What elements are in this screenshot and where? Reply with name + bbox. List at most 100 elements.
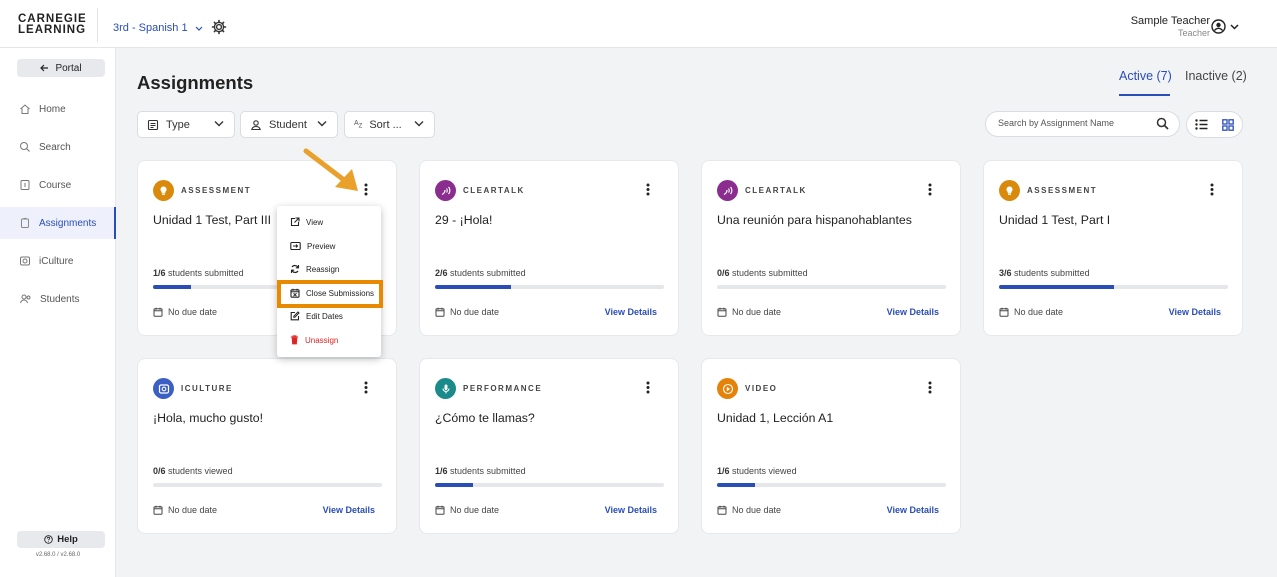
sidebar-item-label: Assignments (39, 217, 97, 229)
view-details-link[interactable]: View Details (605, 307, 657, 317)
user-name: Sample Teacher (1130, 15, 1210, 27)
assignment-card[interactable]: ICULTURE ¡Hola, mucho gusto! 0/6 students … (137, 358, 397, 534)
list-view-icon[interactable] (1195, 119, 1208, 130)
sort-filter[interactable]: AZ Sort ... (344, 111, 435, 138)
assignment-card[interactable]: PERFORMANCE ¿Cómo te llamas? 1/6 students … (419, 358, 679, 534)
menu-item-label: Preview (307, 241, 336, 251)
chevron-down-icon (195, 26, 203, 31)
assignment-card[interactable]: VIDEO Unidad 1, Lección A1 1/6 students vi… (701, 358, 961, 534)
portal-button[interactable]: Portal (17, 59, 105, 77)
tab-active[interactable]: Active (7) (1119, 69, 1172, 83)
submission-label: students submitted (450, 268, 526, 278)
sidebar-item-course[interactable]: Course (0, 169, 116, 201)
annotation-arrow-icon (300, 147, 362, 195)
sidebar-item-students[interactable]: Students (0, 283, 116, 315)
filter-label: Type (166, 118, 190, 131)
home-icon (19, 103, 31, 115)
progress-fill (717, 483, 756, 487)
progress-fill (435, 483, 474, 487)
menu-item-unassign[interactable]: Unassign (290, 335, 338, 345)
submission-count: 1/6 (153, 268, 166, 278)
more-options-icon[interactable] (1210, 183, 1214, 196)
progress-fill (435, 285, 512, 289)
view-details-link[interactable]: View Details (323, 505, 375, 515)
open-external-icon (290, 217, 300, 227)
search-icon (19, 141, 31, 153)
assignment-title[interactable]: 29 - ¡Hola! (435, 213, 492, 227)
menu-item-edit-dates[interactable]: Edit Dates (290, 311, 343, 321)
close-submissions-highlight (277, 280, 383, 308)
submission-status: 1/6 students viewed (717, 466, 797, 476)
type-filter[interactable]: Type (137, 111, 235, 138)
chevron-down-icon[interactable] (1230, 23, 1239, 30)
submission-label: students viewed (168, 466, 233, 476)
student-filter[interactable]: Student (240, 111, 338, 138)
assignment-title[interactable]: Unidad 1, Lección A1 (717, 411, 833, 425)
grid-view-icon[interactable] (1222, 118, 1234, 131)
menu-item-preview[interactable]: Preview (290, 241, 335, 251)
progress-bar (435, 285, 664, 289)
view-details-link[interactable]: View Details (605, 505, 657, 515)
more-options-icon[interactable] (928, 183, 932, 196)
sidebar-item-assignments[interactable]: Assignments (0, 207, 116, 239)
assignment-card[interactable]: CLEARTALK 29 - ¡Hola! 2/6 students submitt… (419, 160, 679, 336)
version-text: v2.68.0 / v2.68.0 (35, 552, 81, 558)
help-button[interactable]: Help (17, 531, 105, 548)
sidebar-item-label: Students (40, 293, 80, 305)
progress-bar (999, 285, 1228, 289)
sidebar-item-label: Home (39, 103, 66, 115)
assignment-type: CLEARTALK (463, 186, 525, 195)
search-input[interactable] (998, 118, 1148, 128)
assignment-title[interactable]: ¡Hola, mucho gusto! (153, 411, 263, 425)
view-toggle (1186, 111, 1243, 138)
assignment-title[interactable]: Unidad 1 Test, Part III (153, 213, 271, 227)
due-date-label: No due date (732, 505, 782, 515)
more-options-icon[interactable] (364, 381, 368, 394)
submission-label: students submitted (450, 466, 526, 476)
view-details-link[interactable]: View Details (887, 505, 939, 515)
cleartalk-icon (435, 180, 456, 201)
due-date-label: No due date (450, 505, 500, 515)
user-info: Sample Teacher Teacher (1131, 15, 1210, 38)
students-icon (19, 293, 32, 305)
due-date-label: No due date (168, 307, 218, 317)
sidebar-item-iculture[interactable]: iCulture (0, 245, 116, 277)
menu-item-reassign[interactable]: Reassign (290, 264, 339, 274)
view-details-link[interactable]: View Details (887, 307, 939, 317)
assignment-title[interactable]: Una reunión para hispanohablantes (717, 213, 912, 227)
calendar-icon (717, 505, 727, 515)
due-date: No due date (717, 307, 781, 317)
assignment-title[interactable]: Unidad 1 Test, Part I (999, 213, 1110, 227)
assignment-card[interactable]: ASSESSMENT Unidad 1 Test, Part I 3/6 stude… (983, 160, 1243, 336)
assignment-title[interactable]: ¿Cómo te llamas? (435, 411, 535, 425)
search-icon[interactable] (1156, 117, 1169, 130)
account-menu[interactable] (1211, 19, 1239, 34)
carnegie-learning-logo[interactable]: CARNEGIE LEARNING (18, 13, 87, 36)
assignment-card[interactable]: CLEARTALK Una reunión para hispanohablant… (701, 160, 961, 336)
gear-icon[interactable] (211, 19, 227, 35)
sidebar-item-home[interactable]: Home (0, 93, 116, 125)
lightbulb-icon (153, 180, 174, 201)
course-selector[interactable]: 3rd - Spanish 1 (113, 22, 203, 34)
more-options-icon[interactable] (646, 183, 650, 196)
calendar-icon (435, 307, 445, 317)
more-options-icon[interactable] (928, 381, 932, 394)
account-icon[interactable] (1211, 19, 1226, 34)
submission-label: students submitted (732, 268, 808, 278)
sidebar-item-label: iCulture (39, 255, 74, 267)
assignment-search (985, 111, 1180, 137)
person-icon (250, 119, 262, 131)
sidebar-item-search[interactable]: Search (0, 131, 116, 163)
due-date: No due date (153, 505, 217, 515)
sidebar-item-label: Course (39, 179, 72, 191)
menu-item-view[interactable]: View (290, 217, 323, 227)
more-options-icon[interactable] (364, 183, 368, 196)
tab-inactive[interactable]: Inactive (2) (1185, 69, 1247, 83)
menu-item-label: View (306, 217, 324, 227)
due-date-label: No due date (168, 505, 218, 515)
lightbulb-icon (999, 180, 1020, 201)
more-options-icon[interactable] (646, 381, 650, 394)
view-details-link[interactable]: View Details (1169, 307, 1221, 317)
arrow-left-icon (40, 64, 49, 72)
course-icon (19, 179, 31, 191)
